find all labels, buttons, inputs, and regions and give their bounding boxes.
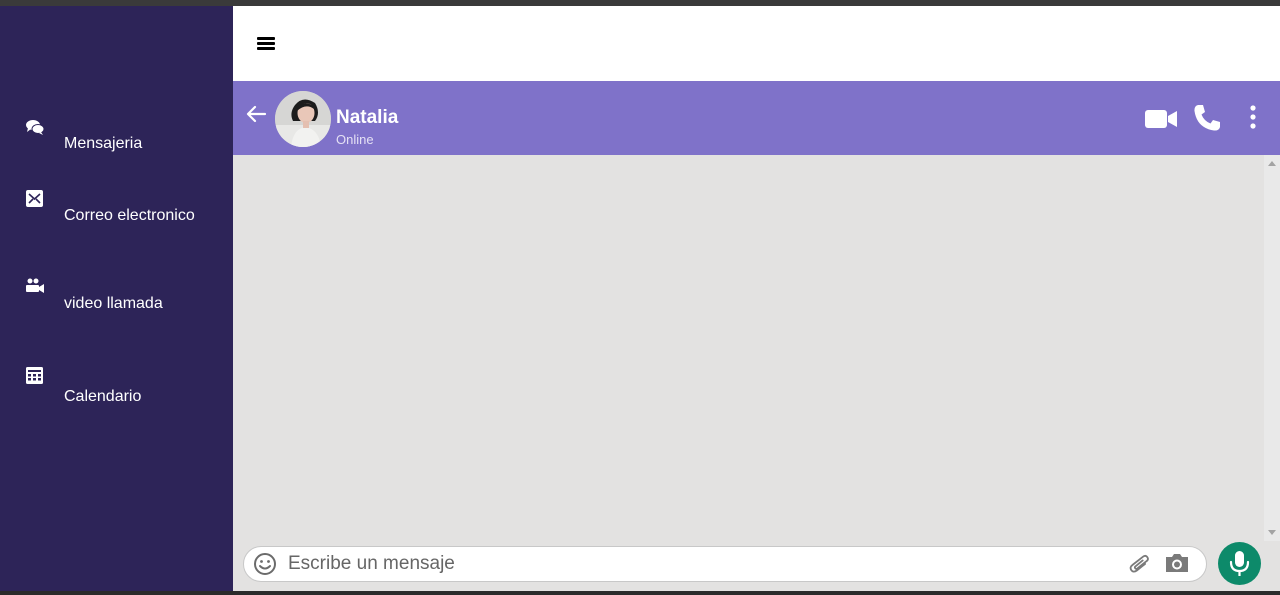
message-composer <box>243 546 1207 582</box>
sidebar-item-videollamada[interactable]: video llamada <box>0 277 233 337</box>
sidebar-item-label: Mensajeria <box>64 135 143 152</box>
contact-status: Online <box>336 132 374 147</box>
avatar-photo <box>275 91 331 147</box>
contact-name: Natalia <box>336 107 399 128</box>
camera-icon[interactable] <box>1164 552 1190 574</box>
sidebar-item-mensajeria[interactable]: Mensajeria <box>0 118 233 178</box>
chat-messages-area[interactable] <box>233 155 1280 591</box>
mail-icon <box>26 190 43 207</box>
paperclip-icon[interactable] <box>1129 551 1151 577</box>
sidebar-item-label: Calendario <box>64 388 142 405</box>
sidebar-item-correo[interactable]: Correo electronico <box>0 189 233 249</box>
avatar[interactable] <box>275 91 331 147</box>
top-bar <box>233 6 1280 81</box>
phone-icon[interactable] <box>1192 103 1222 133</box>
scroll-down-arrow-icon[interactable] <box>1268 530 1276 535</box>
scroll-up-arrow-icon[interactable] <box>1268 161 1276 166</box>
message-input[interactable] <box>288 551 1108 577</box>
sidebar: Mensajeria Correo electronico video llam… <box>0 6 233 591</box>
more-vertical-icon[interactable] <box>1249 105 1257 129</box>
scrollbar[interactable] <box>1264 155 1280 541</box>
emoji-icon[interactable] <box>253 552 277 576</box>
video-camera-icon[interactable] <box>1145 108 1178 130</box>
window-bottom-border <box>0 591 1280 595</box>
chat-bubbles-icon <box>26 120 45 135</box>
hamburger-icon[interactable] <box>257 37 275 51</box>
chat-header: Natalia Online <box>233 81 1280 155</box>
sidebar-item-label: video llamada <box>64 295 163 312</box>
microphone-button[interactable] <box>1218 542 1261 585</box>
video-call-icon <box>26 278 44 293</box>
calendar-icon <box>26 367 43 384</box>
sidebar-item-label: Correo electronico <box>64 207 195 224</box>
back-arrow-icon[interactable] <box>245 103 267 125</box>
sidebar-item-calendario[interactable]: Calendario <box>0 365 233 425</box>
microphone-icon <box>1229 551 1250 576</box>
